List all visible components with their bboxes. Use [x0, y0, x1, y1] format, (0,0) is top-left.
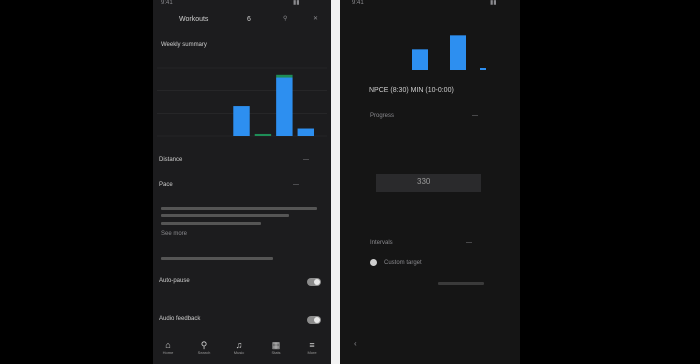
chart-bar — [276, 77, 293, 136]
chart-bar — [450, 35, 466, 70]
range-label: NPCE (8:30) MIN (10-0:00) — [369, 87, 454, 94]
nav-music-label: Music — [233, 350, 245, 355]
text-line — [161, 214, 289, 217]
screen-divider — [331, 0, 340, 364]
nav-home-label: Home — [162, 350, 174, 355]
text-line — [161, 257, 273, 260]
chart-bar — [297, 128, 314, 136]
chart-bar — [254, 133, 272, 136]
text-line — [161, 207, 317, 210]
nav-more[interactable]: ≡ More — [301, 340, 323, 360]
search-icon: ⚲ — [200, 340, 208, 350]
audio-feedback-toggle[interactable] — [307, 316, 321, 324]
nav-music[interactable]: ♫ Music — [228, 340, 250, 360]
nav-search-label: Search — [197, 350, 211, 355]
weekly-chart — [157, 52, 327, 144]
row-distance-value: — — [303, 157, 309, 163]
intervals-label: Intervals — [370, 240, 393, 246]
search-icon[interactable]: ⚲ — [283, 16, 287, 23]
music-icon: ♫ — [235, 340, 243, 350]
stats-icon: ▦ — [271, 340, 281, 350]
nav-home[interactable]: ⌂ Home — [157, 340, 179, 360]
toggle-1-label: Auto-pause — [159, 278, 190, 284]
text-line — [438, 282, 484, 285]
nav-stats-label: Stats — [271, 350, 281, 355]
chart-bar — [233, 106, 250, 136]
row-distance-label: Distance — [159, 157, 183, 163]
toggle-2-label: Audio feedback — [159, 316, 201, 322]
chart-bar — [412, 49, 428, 70]
home-icon: ⌂ — [165, 340, 171, 350]
row-value: — — [472, 113, 478, 119]
battery-icon: ▮▮ — [490, 0, 497, 6]
row-label: Progress — [370, 113, 395, 119]
back-icon[interactable]: ‹ — [354, 340, 357, 348]
text-line — [161, 222, 261, 225]
phone-screen-right: 9:41 ▮▮ NPCE (8:30) MIN (10-0:00) Progre… — [340, 0, 520, 364]
nav-stats[interactable]: ▦ Stats — [265, 340, 287, 360]
auto-pause-toggle[interactable] — [307, 278, 321, 286]
radio-label: Custom target — [384, 260, 422, 266]
row-pace-label: Pace — [159, 182, 173, 188]
menu-icon: ≡ — [309, 340, 315, 350]
progress-chart-svg — [412, 35, 486, 70]
phone-screen-left: 9:41 ▮▮ Workouts 6 ⚲ ✕ Weekly summary Di… — [153, 0, 331, 364]
status-time: 9:41 — [352, 0, 364, 6]
weekly-chart-svg — [157, 67, 327, 137]
chart-bar — [480, 68, 486, 70]
chart-bar — [276, 74, 293, 78]
battery-icon: ▮▮ — [293, 0, 300, 6]
row-pace-value: — — [293, 182, 299, 188]
status-time: 9:41 — [161, 0, 173, 6]
close-icon[interactable]: ✕ — [313, 16, 318, 23]
see-more-link[interactable]: See more — [161, 231, 187, 238]
page-title: Workouts — [179, 16, 209, 23]
section-title: Weekly summary — [161, 42, 207, 48]
intervals-value: — — [466, 240, 472, 246]
nav-search[interactable]: ⚲ Search — [193, 340, 215, 360]
header-badge: 6 — [247, 16, 251, 23]
big-value: 330 — [417, 177, 431, 186]
radio-button[interactable] — [370, 259, 377, 266]
nav-more-label: More — [307, 350, 317, 355]
progress-chart — [400, 20, 500, 75]
